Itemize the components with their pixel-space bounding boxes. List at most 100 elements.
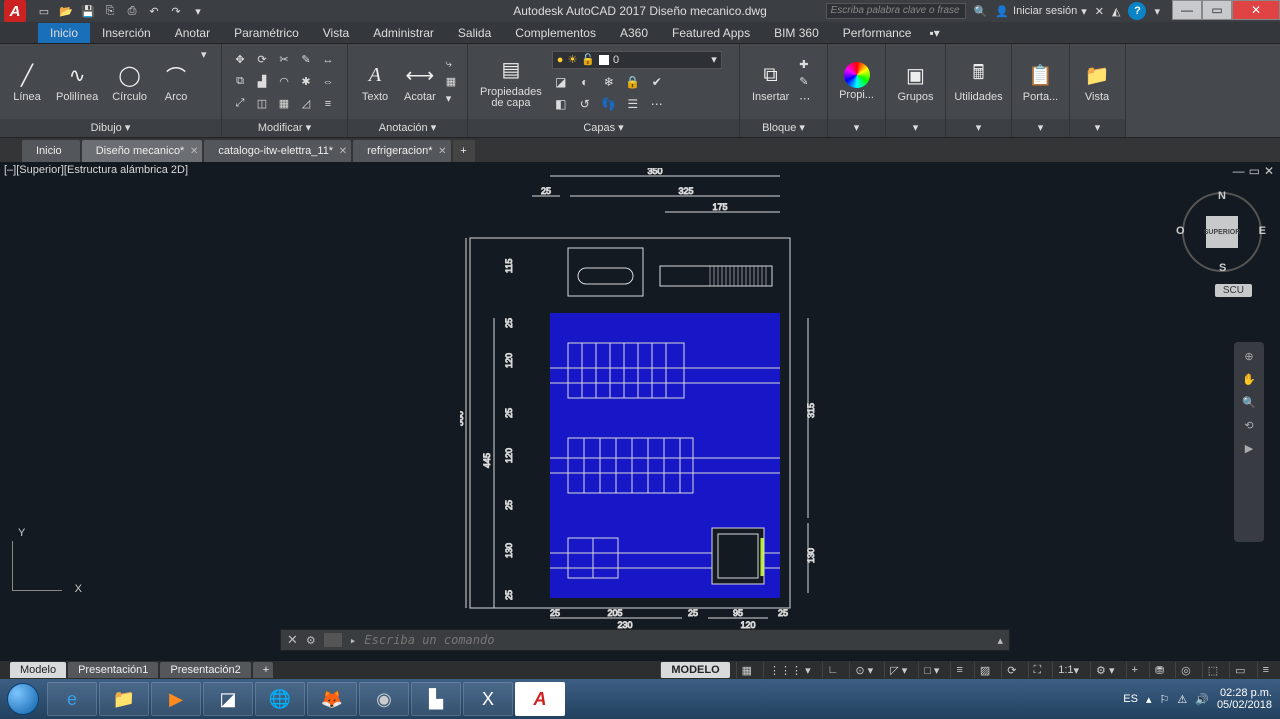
panel-label-portapapeles[interactable]: ▾	[1012, 119, 1069, 137]
doctab-refrigeracion[interactable]: refrigeracion*✕	[353, 140, 450, 162]
tab-overflow[interactable]: ▪▾	[923, 23, 945, 43]
viewcube-w[interactable]: O	[1176, 225, 1185, 237]
panel-label-anotacion[interactable]: Anotación ▾	[348, 119, 467, 137]
layer-off-icon[interactable]: ◐	[576, 73, 594, 91]
taskbar-app1[interactable]: ◪	[203, 682, 253, 716]
arco-button[interactable]: ⌒Arco	[157, 58, 195, 105]
tab-insercion[interactable]: Inserción	[90, 23, 163, 43]
viewport-label[interactable]: [–][Superior][Estructura alámbrica 2D]	[4, 164, 188, 176]
viewcube[interactable]: SUPERIOR N S E O	[1182, 192, 1262, 272]
array-icon[interactable]: ▦	[274, 94, 294, 114]
tab-presentacion2[interactable]: Presentación2	[160, 662, 250, 678]
qat-dropdown-icon[interactable]: ▾	[190, 3, 206, 19]
status-scale[interactable]: 1:1 ▾	[1052, 662, 1084, 678]
status-snap-icon[interactable]: ⋮⋮⋮ ▾	[763, 662, 816, 678]
tab-inicio[interactable]: Inicio	[38, 23, 90, 43]
qat-new-icon[interactable]: ▭	[36, 3, 52, 19]
command-input[interactable]	[364, 633, 989, 647]
tab-vista[interactable]: Vista	[311, 23, 361, 43]
layer-walk-icon[interactable]: 👣	[600, 95, 618, 113]
status-hw-icon[interactable]: ⬚	[1202, 662, 1223, 678]
tab-complementos[interactable]: Complementos	[503, 23, 608, 43]
tray-arrow-icon[interactable]: ▴	[1146, 693, 1152, 706]
insertar-button[interactable]: ⧉Insertar	[748, 58, 793, 105]
move-icon[interactable]: ✥	[230, 50, 250, 70]
block-edit-icon[interactable]: ✎	[799, 75, 810, 88]
panel-label-modificar[interactable]: Modificar ▾	[222, 119, 347, 137]
layer-state-icon[interactable]: ☰	[624, 95, 642, 113]
panel-label-vista[interactable]: ▾	[1070, 119, 1125, 137]
panel-label-utilidades[interactable]: ▾	[946, 119, 1011, 137]
status-isolate-icon[interactable]: ◎	[1175, 662, 1196, 678]
status-grid-icon[interactable]: ▦	[736, 662, 757, 678]
panel-label-grupos[interactable]: ▾	[886, 119, 945, 137]
doctab-catalogo[interactable]: catalogo-itw-elettra_11*✕	[204, 140, 351, 162]
chamfer-icon[interactable]: ◿	[296, 94, 316, 114]
erase-icon[interactable]: ✎	[296, 50, 316, 70]
tab-modelo[interactable]: Modelo	[10, 662, 66, 678]
tray-network-icon[interactable]: ⚠	[1177, 693, 1187, 706]
doctab-new[interactable]: +	[453, 140, 475, 162]
status-ortho-icon[interactable]: ∟	[822, 662, 844, 678]
login-button[interactable]: 👤 Iniciar sesión ▾	[995, 5, 1086, 18]
tab-new-layout[interactable]: +	[253, 662, 273, 678]
tab-salida[interactable]: Salida	[446, 23, 503, 43]
viewport-minimize-icon[interactable]: —	[1233, 164, 1245, 178]
leader-icon[interactable]: ⤷	[446, 58, 456, 71]
qat-save-icon[interactable]: 💾	[80, 3, 96, 19]
status-cycling-icon[interactable]: ⟳	[1001, 662, 1021, 678]
align-icon[interactable]: ≡	[318, 94, 338, 114]
utilidades-button[interactable]: 🖩Utilidades	[954, 58, 1003, 105]
propiedades-capa-button[interactable]: ▤Propiedades de capa	[476, 53, 546, 111]
texto-button[interactable]: ATexto	[356, 58, 394, 105]
layer-dropdown[interactable]: ● ☀ 🔓 0	[552, 51, 722, 69]
rotate-icon[interactable]: ⟳	[252, 50, 272, 70]
cmdline-options-icon[interactable]: ⚙	[306, 634, 316, 647]
viewcube-face[interactable]: SUPERIOR	[1206, 216, 1238, 248]
drawing-canvas[interactable]: [–][Superior][Estructura alámbrica 2D] —…	[0, 162, 1280, 661]
propiedades-button[interactable]: Propi...	[836, 60, 877, 103]
dibujo-more-icon[interactable]: ▾	[201, 48, 207, 61]
doctab-diseno-mecanico[interactable]: Diseño mecanico*✕	[82, 140, 203, 162]
tab-parametrico[interactable]: Paramétrico	[222, 23, 311, 43]
acotar-button[interactable]: ⟷Acotar	[400, 58, 440, 105]
block-create-icon[interactable]: ✚	[799, 58, 810, 71]
taskbar-excel[interactable]: X	[463, 682, 513, 716]
window-close[interactable]: ✕	[1232, 0, 1280, 20]
taskbar-acrobat[interactable]: ▙	[411, 682, 461, 716]
tab-bim360[interactable]: BIM 360	[762, 23, 831, 43]
status-isoplane-icon[interactable]: ◸ ▾	[884, 662, 912, 678]
taskbar-media[interactable]: ▶	[151, 682, 201, 716]
status-osnap-icon[interactable]: □ ▾	[918, 662, 944, 678]
explode-icon[interactable]: ✱	[296, 72, 316, 92]
scale-icon[interactable]: ◫	[252, 94, 272, 114]
a360-icon[interactable]: ◭	[1112, 5, 1120, 18]
start-button[interactable]	[0, 679, 46, 719]
trim-icon[interactable]: ✂	[274, 50, 294, 70]
tray-clock[interactable]: 02:28 p.m.05/02/2018	[1217, 687, 1272, 711]
portapapeles-button[interactable]: 📋Porta...	[1020, 58, 1061, 105]
taskbar-chrome[interactable]: ◉	[359, 682, 409, 716]
status-customize-icon[interactable]: ≡	[1257, 662, 1274, 678]
close-icon[interactable]: ✕	[190, 146, 198, 157]
status-lineweight-icon[interactable]: ≡	[950, 662, 967, 678]
showmotion-icon[interactable]: ▶	[1245, 442, 1253, 455]
app-logo[interactable]: A	[4, 0, 26, 22]
help-dropdown-icon[interactable]: ▾	[1154, 5, 1160, 18]
fullnav-icon[interactable]: ⊕	[1244, 350, 1253, 363]
viewcube-e[interactable]: E	[1259, 225, 1266, 237]
tray-flag-icon[interactable]: ⚐	[1159, 693, 1169, 706]
panel-label-bloque[interactable]: Bloque ▾	[740, 119, 827, 137]
qat-print-icon[interactable]: ⎙	[124, 3, 140, 19]
cmdline-history-icon[interactable]: ▴	[997, 634, 1003, 647]
linea-button[interactable]: ╱Línea	[8, 58, 46, 105]
status-polar-icon[interactable]: ⊙ ▾	[849, 662, 878, 678]
qat-redo-icon[interactable]: ↷	[168, 3, 184, 19]
vista-button[interactable]: 📁Vista	[1078, 58, 1116, 105]
tray-volume-icon[interactable]: 🔊	[1195, 693, 1209, 706]
taskbar-firefox[interactable]: 🦊	[307, 682, 357, 716]
doctab-inicio[interactable]: Inicio	[22, 140, 80, 162]
viewcube-s[interactable]: S	[1219, 262, 1226, 274]
polilinea-button[interactable]: ∿Polilínea	[52, 58, 102, 105]
window-minimize[interactable]: —	[1172, 0, 1202, 20]
